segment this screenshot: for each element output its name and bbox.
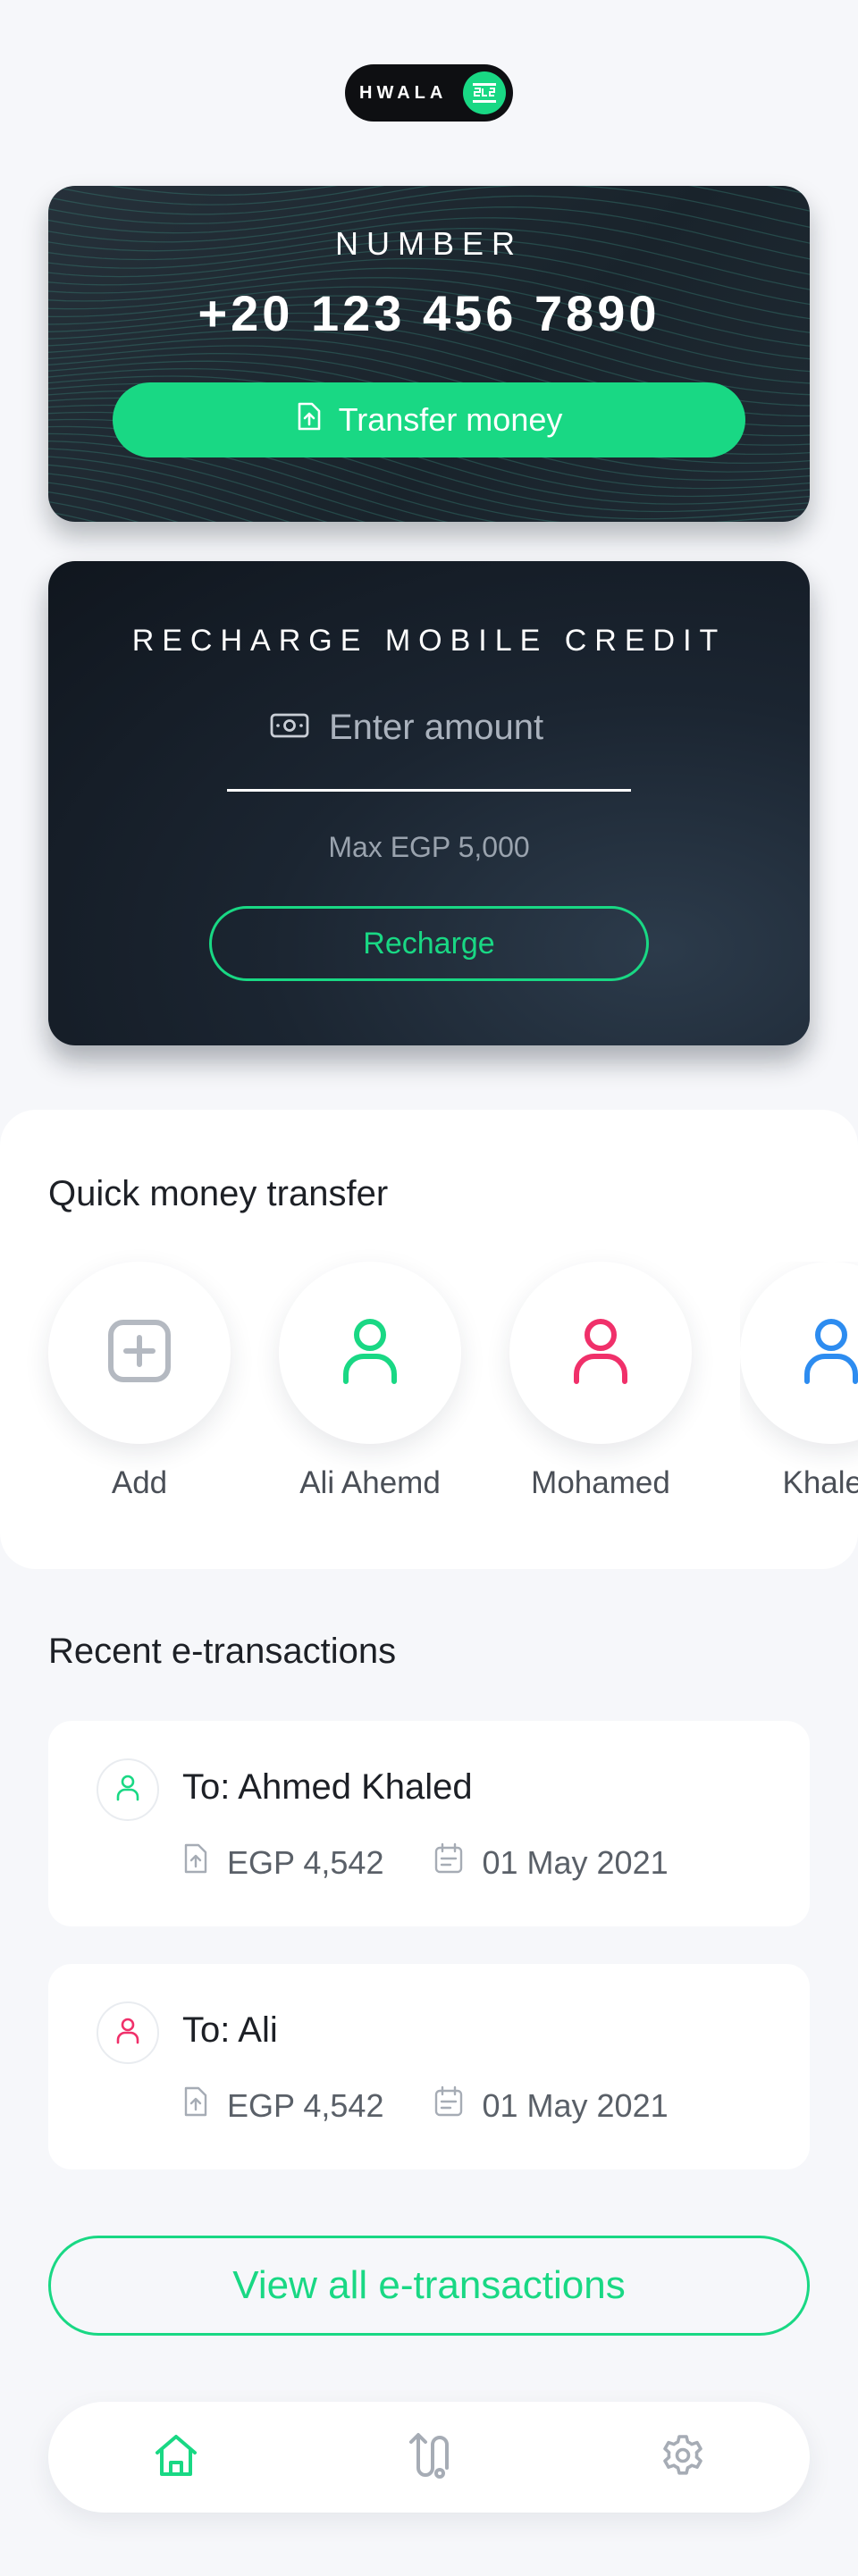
transaction-amount: EGP 4,542	[227, 2086, 384, 2124]
contact-mohamed[interactable]: Mohamed	[509, 1262, 692, 1501]
transaction-card[interactable]: To: Ahmed Khaled EGP 4,542 01 May 2021	[48, 1721, 810, 1926]
contact-avatar	[740, 1262, 858, 1444]
bottom-nav	[48, 2402, 810, 2513]
quick-transfer-panel: Quick money transfer Add Ali Ahemd Moham…	[0, 1110, 858, 1569]
nav-transfers[interactable]	[402, 2430, 456, 2484]
transaction-meta: EGP 4,542 01 May 2021	[182, 2085, 669, 2126]
transaction-recipient: To: Ali	[182, 2010, 278, 2050]
transaction-card[interactable]: To: Ali EGP 4,542 01 May 2021	[48, 1964, 810, 2169]
calendar-icon	[433, 1842, 464, 1883]
number-label: NUMBER	[334, 225, 523, 262]
recent-transactions-title: Recent e-transactions	[48, 1632, 397, 1671]
contact-name: Khaled	[782, 1465, 858, 1500]
amount-underline	[227, 789, 631, 792]
logo-text: HWALA	[359, 82, 448, 103]
route-icon	[406, 2431, 452, 2484]
file-upload-icon	[182, 1842, 209, 1883]
recharge-title: RECHARGE MOBILE CREDIT	[131, 624, 727, 658]
plus-square-icon	[106, 1318, 172, 1389]
contact-avatar	[509, 1262, 692, 1444]
user-icon	[572, 1317, 629, 1389]
transaction-avatar	[97, 1758, 159, 1821]
contact-name: Mohamed	[531, 1465, 670, 1500]
number-card: NUMBER +20 123 456 7890 Transfer money	[48, 186, 810, 522]
user-icon	[116, 2018, 139, 2049]
amount-input[interactable]	[329, 707, 588, 748]
user-icon	[116, 1775, 139, 1806]
contact-name: Ali Ahemd	[299, 1465, 441, 1500]
transaction-date: 01 May 2021	[482, 2086, 669, 2124]
transaction-amount: EGP 4,542	[227, 1843, 384, 1881]
file-upload-icon	[296, 401, 323, 440]
home-icon	[153, 2433, 199, 2482]
transfer-money-label: Transfer money	[338, 401, 563, 438]
contact-khaled[interactable]: Khaled	[740, 1262, 858, 1501]
gear-icon	[660, 2433, 705, 2482]
amount-row	[227, 695, 631, 759]
recharge-button[interactable]: Recharge	[209, 906, 649, 981]
app-logo: HWALA	[345, 64, 513, 122]
recharge-card: RECHARGE MOBILE CREDIT Max EGP 5,000 Rec…	[48, 561, 810, 1045]
contact-ali-ahemd[interactable]: Ali Ahemd	[279, 1262, 461, 1501]
transaction-date: 01 May 2021	[482, 1843, 669, 1881]
nav-settings[interactable]	[656, 2430, 710, 2484]
logo-mark-icon	[463, 71, 506, 114]
transaction-avatar	[97, 2001, 159, 2064]
user-icon	[341, 1317, 399, 1389]
transaction-recipient: To: Ahmed Khaled	[182, 1767, 473, 1807]
calendar-icon	[433, 2085, 464, 2126]
user-icon	[803, 1317, 858, 1389]
view-all-transactions-button[interactable]: View all e-transactions	[48, 2236, 810, 2336]
nav-home[interactable]	[149, 2430, 203, 2484]
transaction-meta: EGP 4,542 01 May 2021	[182, 1842, 669, 1883]
contact-avatar	[279, 1262, 461, 1444]
quick-transfer-title: Quick money transfer	[48, 1174, 389, 1213]
cash-icon	[270, 711, 309, 744]
contact-add[interactable]: Add	[48, 1262, 231, 1501]
contact-name: Add	[111, 1465, 168, 1500]
file-upload-icon	[182, 2085, 209, 2126]
phone-number: +20 123 456 7890	[198, 285, 660, 341]
contact-clip: Khaled	[740, 1262, 858, 1530]
contact-avatar	[48, 1262, 231, 1444]
max-amount-text: Max EGP 5,000	[328, 831, 530, 863]
transfer-money-button[interactable]: Transfer money	[113, 382, 745, 457]
